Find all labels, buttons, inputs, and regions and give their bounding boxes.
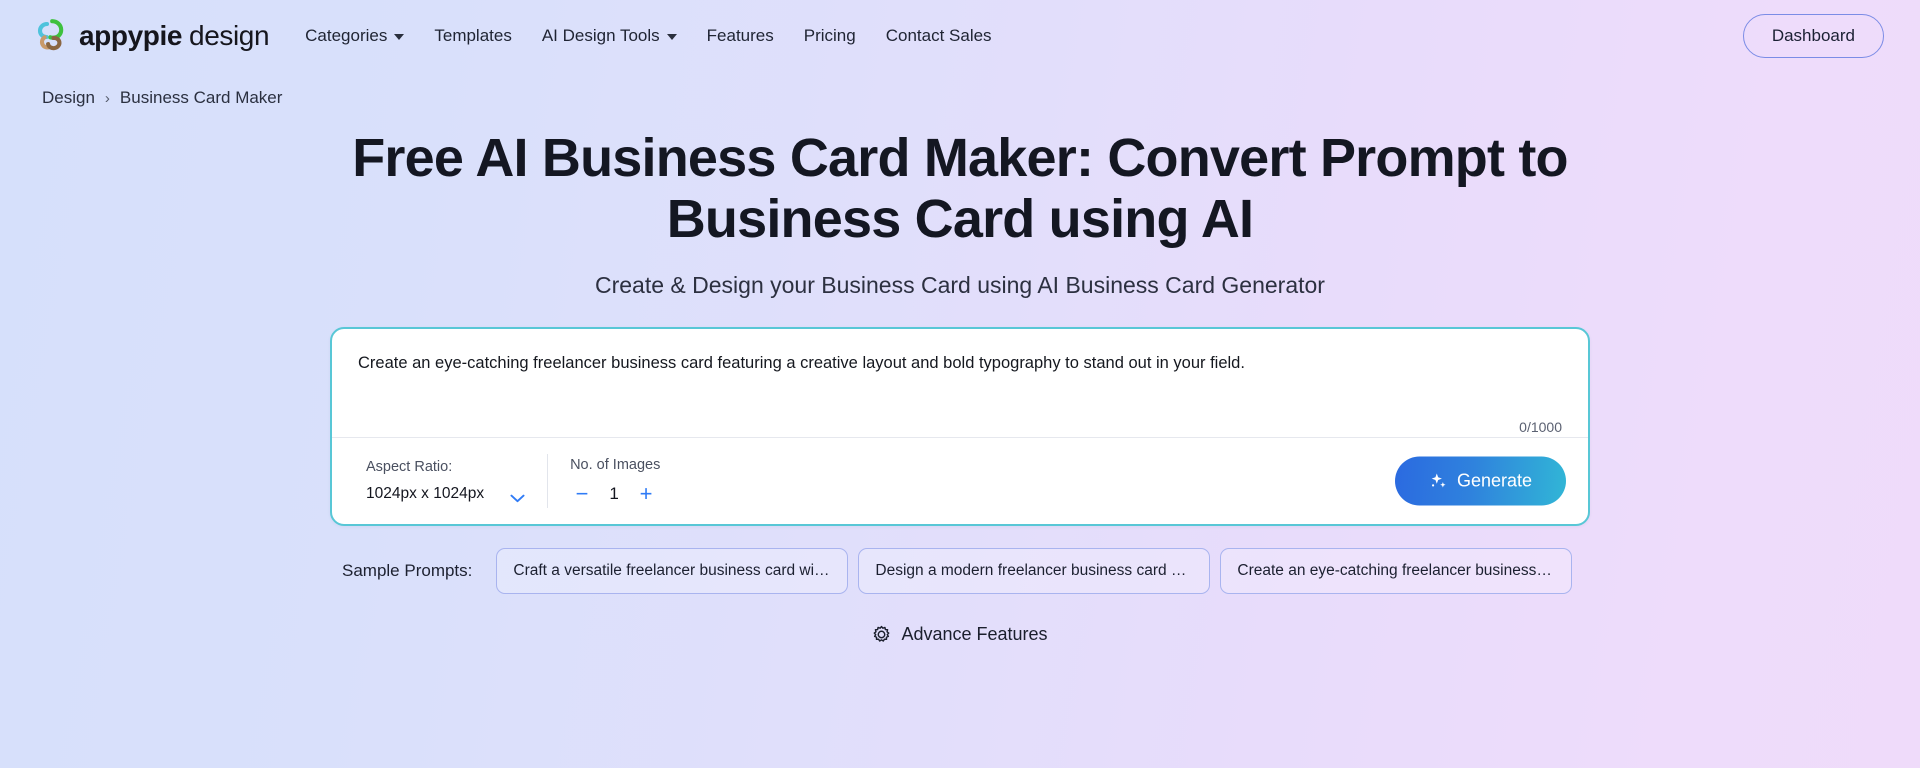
gear-icon: [872, 625, 891, 644]
advance-features-toggle[interactable]: Advance Features: [0, 624, 1920, 645]
generate-button[interactable]: Generate: [1394, 456, 1566, 506]
image-count-control: No. of Images − 1 +: [548, 452, 682, 510]
sample-prompts-section: Sample Prompts: Craft a versatile freela…: [330, 548, 1590, 595]
chevron-down-icon: [510, 490, 525, 502]
nav-label: Features: [706, 26, 774, 45]
nav-label: Templates: [434, 26, 512, 45]
aspect-ratio-control: Aspect Ratio: 1024px x 1024px: [352, 452, 547, 510]
page-title: Free AI Business Card Maker: Convert Pro…: [352, 128, 1568, 250]
sample-prompt-chip[interactable]: Craft a versatile freelancer business ca…: [496, 548, 849, 595]
generate-button-label: Generate: [1456, 470, 1532, 491]
aspect-ratio-select[interactable]: 1024px x 1024px: [366, 485, 525, 503]
breadcrumb-separator-icon: ›: [104, 89, 110, 107]
hero-section: Free AI Business Card Maker: Convert Pro…: [0, 128, 1920, 299]
main-navigation: Categories Templates AI Design Tools Fea…: [305, 22, 991, 50]
nav-item-ai-design-tools[interactable]: AI Design Tools: [542, 22, 677, 50]
image-count-value: 1: [609, 484, 619, 504]
increment-button[interactable]: +: [636, 483, 656, 505]
aspect-ratio-value: 1024px x 1024px: [366, 485, 485, 503]
nav-label: Categories: [305, 26, 388, 45]
dashboard-button[interactable]: Dashboard: [1742, 14, 1884, 58]
prompt-body: 0/1000: [332, 329, 1588, 437]
nav-label: AI Design Tools: [541, 26, 660, 45]
nav-item-categories[interactable]: Categories: [305, 22, 405, 50]
breadcrumb-item-current: Business Card Maker: [119, 88, 283, 107]
prompt-input[interactable]: [358, 351, 1562, 418]
nav-item-features[interactable]: Features: [707, 22, 774, 50]
sample-prompt-chips: Craft a versatile freelancer business ca…: [496, 548, 1573, 595]
nav-label: Contact Sales: [885, 26, 992, 45]
advance-features-label: Advance Features: [901, 624, 1048, 645]
chevron-down-icon: [394, 34, 405, 40]
chevron-down-icon: [666, 34, 677, 40]
prompt-section: 0/1000 Aspect Ratio: 1024px x 1024px No.…: [330, 327, 1590, 527]
breadcrumb-item-design[interactable]: Design: [42, 88, 95, 108]
nav-label: Pricing: [803, 26, 856, 45]
sample-prompt-chip[interactable]: Create an eye-catching freelancer busine…: [1220, 548, 1573, 595]
brand-logo[interactable]: appypie design: [34, 18, 270, 54]
sparkle-icon: [1429, 472, 1448, 491]
aspect-ratio-label: Aspect Ratio:: [366, 459, 453, 476]
character-counter: 0/1000: [1519, 419, 1562, 436]
quantity-stepper: − 1 +: [570, 483, 660, 505]
sample-prompt-chip[interactable]: Design a modern freelancer business card…: [858, 548, 1211, 595]
nav-item-pricing[interactable]: Pricing: [804, 22, 856, 50]
brand-name: appypie: [79, 20, 183, 51]
breadcrumb: Design › Business Card Maker: [0, 72, 1920, 108]
sample-prompts-label: Sample Prompts:: [342, 561, 473, 581]
page-subtitle: Create & Design your Business Card using…: [595, 272, 1325, 299]
brand-sub: design: [189, 20, 270, 51]
appypie-pie-logo-icon: [34, 18, 70, 54]
nav-item-contact-sales[interactable]: Contact Sales: [886, 22, 992, 50]
nav-item-templates[interactable]: Templates: [434, 22, 511, 50]
prompt-controls: Aspect Ratio: 1024px x 1024px No. of Ima…: [332, 438, 1588, 524]
decrement-button[interactable]: −: [572, 483, 592, 505]
prompt-card: 0/1000 Aspect Ratio: 1024px x 1024px No.…: [330, 327, 1590, 527]
image-count-label: No. of Images: [570, 457, 661, 474]
site-header: appypie design Categories Templates AI D…: [0, 0, 1920, 72]
